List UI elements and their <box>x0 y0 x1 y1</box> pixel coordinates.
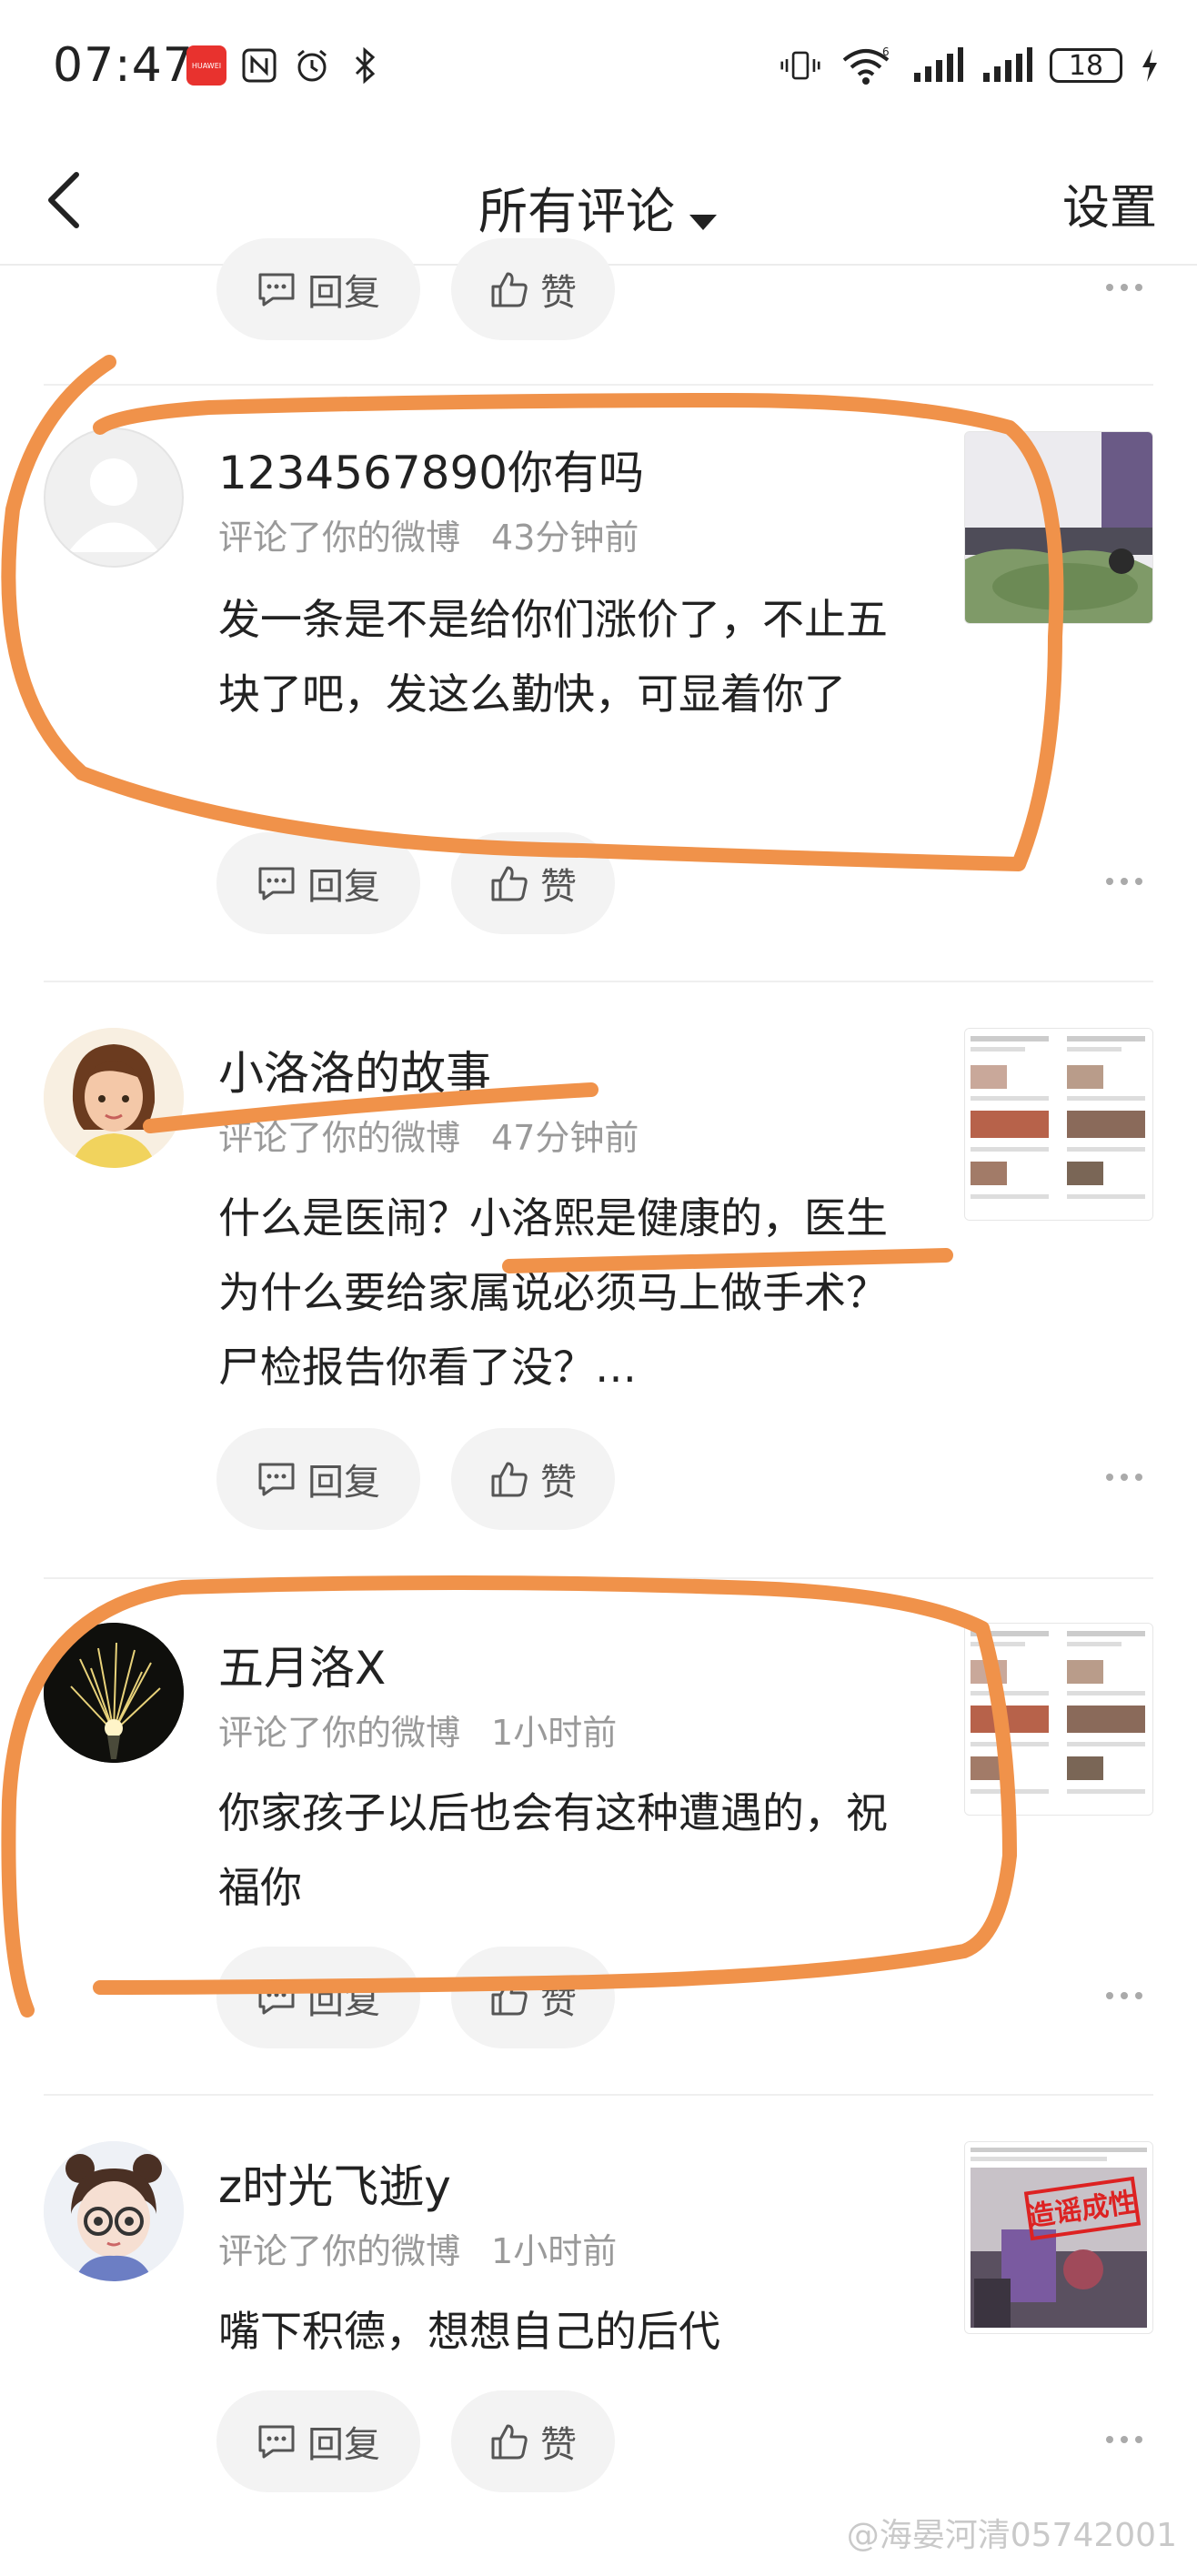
post-thumbnail[interactable] <box>964 431 1153 624</box>
comment-text[interactable]: 发一条是不是给你们涨价了，不止五块了吧，发这么勤快，可显着你了 <box>218 582 928 731</box>
battery-indicator: 18 <box>1050 48 1122 83</box>
reply-label: 回复 <box>307 2424 380 2466</box>
like-label: 赞 <box>540 2424 577 2466</box>
reply-label: 回复 <box>307 866 380 908</box>
reply-label: 回复 <box>307 272 380 314</box>
bluetooth-icon <box>345 45 385 86</box>
comment-author[interactable]: 1234567890你有吗 <box>218 437 644 502</box>
thumbs-up-icon <box>491 1980 528 2016</box>
like-label: 赞 <box>540 1462 577 1504</box>
cell-signal-icon-1 <box>911 45 964 86</box>
settings-link[interactable]: 设置 <box>1062 169 1157 237</box>
comment-action: 评论了你的微博 <box>218 518 461 558</box>
more-options-icon[interactable] <box>1104 872 1144 891</box>
post-thumbnail[interactable] <box>964 1028 1153 1221</box>
comment-author[interactable]: 五月洛X <box>218 1632 386 1697</box>
like-label: 赞 <box>540 866 577 908</box>
nfc-icon <box>239 45 279 86</box>
comment-time: 1小时前 <box>491 1713 618 1753</box>
like-label: 赞 <box>540 272 577 314</box>
status-bar: 07:47 HUAWEI 6 18 <box>0 0 1197 136</box>
watermark: @海晏河清05742001 <box>846 2517 1177 2554</box>
reply-button[interactable]: 回复 <box>216 238 420 340</box>
more-options-icon[interactable] <box>1104 1468 1144 1486</box>
like-button[interactable]: 赞 <box>451 832 615 934</box>
comment-time: 1小时前 <box>491 2231 618 2271</box>
like-button[interactable]: 赞 <box>451 1428 615 1530</box>
like-button[interactable]: 赞 <box>451 238 615 340</box>
comment-text[interactable]: 什么是医闹？小洛熙是健康的，医生为什么要给家属说必须马上做手术？尸检报告你看了没… <box>218 1181 928 1404</box>
reply-icon <box>258 2425 295 2459</box>
comment-time: 47分钟前 <box>491 1118 639 1158</box>
thumbs-up-icon <box>491 1462 528 1497</box>
thumbs-up-icon <box>491 2424 528 2460</box>
action-row: 回复 赞 <box>216 2390 1162 2492</box>
cell-signal-icon-2 <box>981 45 1033 86</box>
divider <box>44 2094 1153 2096</box>
wifi-icon: 6 <box>837 45 895 86</box>
reply-button[interactable]: 回复 <box>216 1947 420 2048</box>
caret-down-icon <box>688 186 719 244</box>
divider <box>44 384 1153 386</box>
reply-icon <box>258 1463 295 1496</box>
reply-icon <box>258 867 295 901</box>
more-options-icon[interactable] <box>1104 1987 1144 2005</box>
reply-icon <box>258 273 295 307</box>
comment-author[interactable]: z时光飞逝y <box>218 2150 451 2216</box>
avatar-sparkler[interactable] <box>44 1623 184 1763</box>
comment-meta: 评论了你的微博 1小时前 <box>218 2223 617 2273</box>
comment-filter-dropdown[interactable]: 所有评论 <box>0 171 1197 244</box>
page-title: 所有评论 <box>478 183 675 240</box>
status-right-icons: 6 18 <box>780 45 1161 86</box>
thumbs-up-icon <box>491 866 528 901</box>
vibrate-icon <box>780 45 820 86</box>
huawei-app-icon: HUAWEI <box>186 45 226 86</box>
avatar-cartoon-girl[interactable] <box>44 1028 184 1168</box>
like-button[interactable]: 赞 <box>451 2390 615 2492</box>
action-row: 回复 赞 <box>216 832 1162 934</box>
post-thumbnail[interactable] <box>964 1623 1153 1816</box>
comment-text[interactable]: 你家孩子以后也会有这种遭遇的，祝福你 <box>218 1776 928 1925</box>
like-button[interactable]: 赞 <box>451 1947 615 2048</box>
more-options-icon[interactable] <box>1104 2430 1144 2449</box>
comment-action: 评论了你的微博 <box>218 1118 461 1158</box>
reply-label: 回复 <box>307 1462 380 1504</box>
like-label: 赞 <box>540 1980 577 2022</box>
comment-meta: 评论了你的微博 47分钟前 <box>218 1110 639 1160</box>
action-row: 回复 赞 <box>216 1428 1162 1530</box>
post-thumbnail[interactable]: 造谣成性 <box>964 2141 1153 2334</box>
alarm-icon <box>292 45 332 86</box>
comment-time: 43分钟前 <box>491 518 639 558</box>
status-time: 07:47 <box>53 38 194 93</box>
comment-action: 评论了你的微博 <box>218 1713 461 1753</box>
avatar-doll[interactable] <box>44 2141 184 2281</box>
more-options-icon[interactable] <box>1104 278 1144 297</box>
reply-label: 回复 <box>307 1980 380 2022</box>
thumbs-up-icon <box>491 272 528 307</box>
reply-icon <box>258 1981 295 2015</box>
action-row-prev: 回复 赞 <box>216 238 1162 340</box>
divider <box>44 1577 1153 1579</box>
charging-icon <box>1139 45 1161 86</box>
reply-button[interactable]: 回复 <box>216 1428 420 1530</box>
action-row: 回复 赞 <box>216 1947 1162 2048</box>
comment-author[interactable]: 小洛洛的故事 <box>218 1037 491 1102</box>
avatar-default[interactable] <box>44 428 184 568</box>
status-left-icons: HUAWEI <box>186 45 385 86</box>
reply-button[interactable]: 回复 <box>216 2390 420 2492</box>
signal-6-label: 6 <box>882 45 890 58</box>
comment-action: 评论了你的微博 <box>218 2231 461 2271</box>
reply-button[interactable]: 回复 <box>216 832 420 934</box>
comment-meta: 评论了你的微博 43分钟前 <box>218 509 639 559</box>
comment-meta: 评论了你的微博 1小时前 <box>218 1705 617 1755</box>
comment-text[interactable]: 嘴下积德，想想自己的后代 <box>218 2294 928 2369</box>
divider <box>44 981 1153 982</box>
